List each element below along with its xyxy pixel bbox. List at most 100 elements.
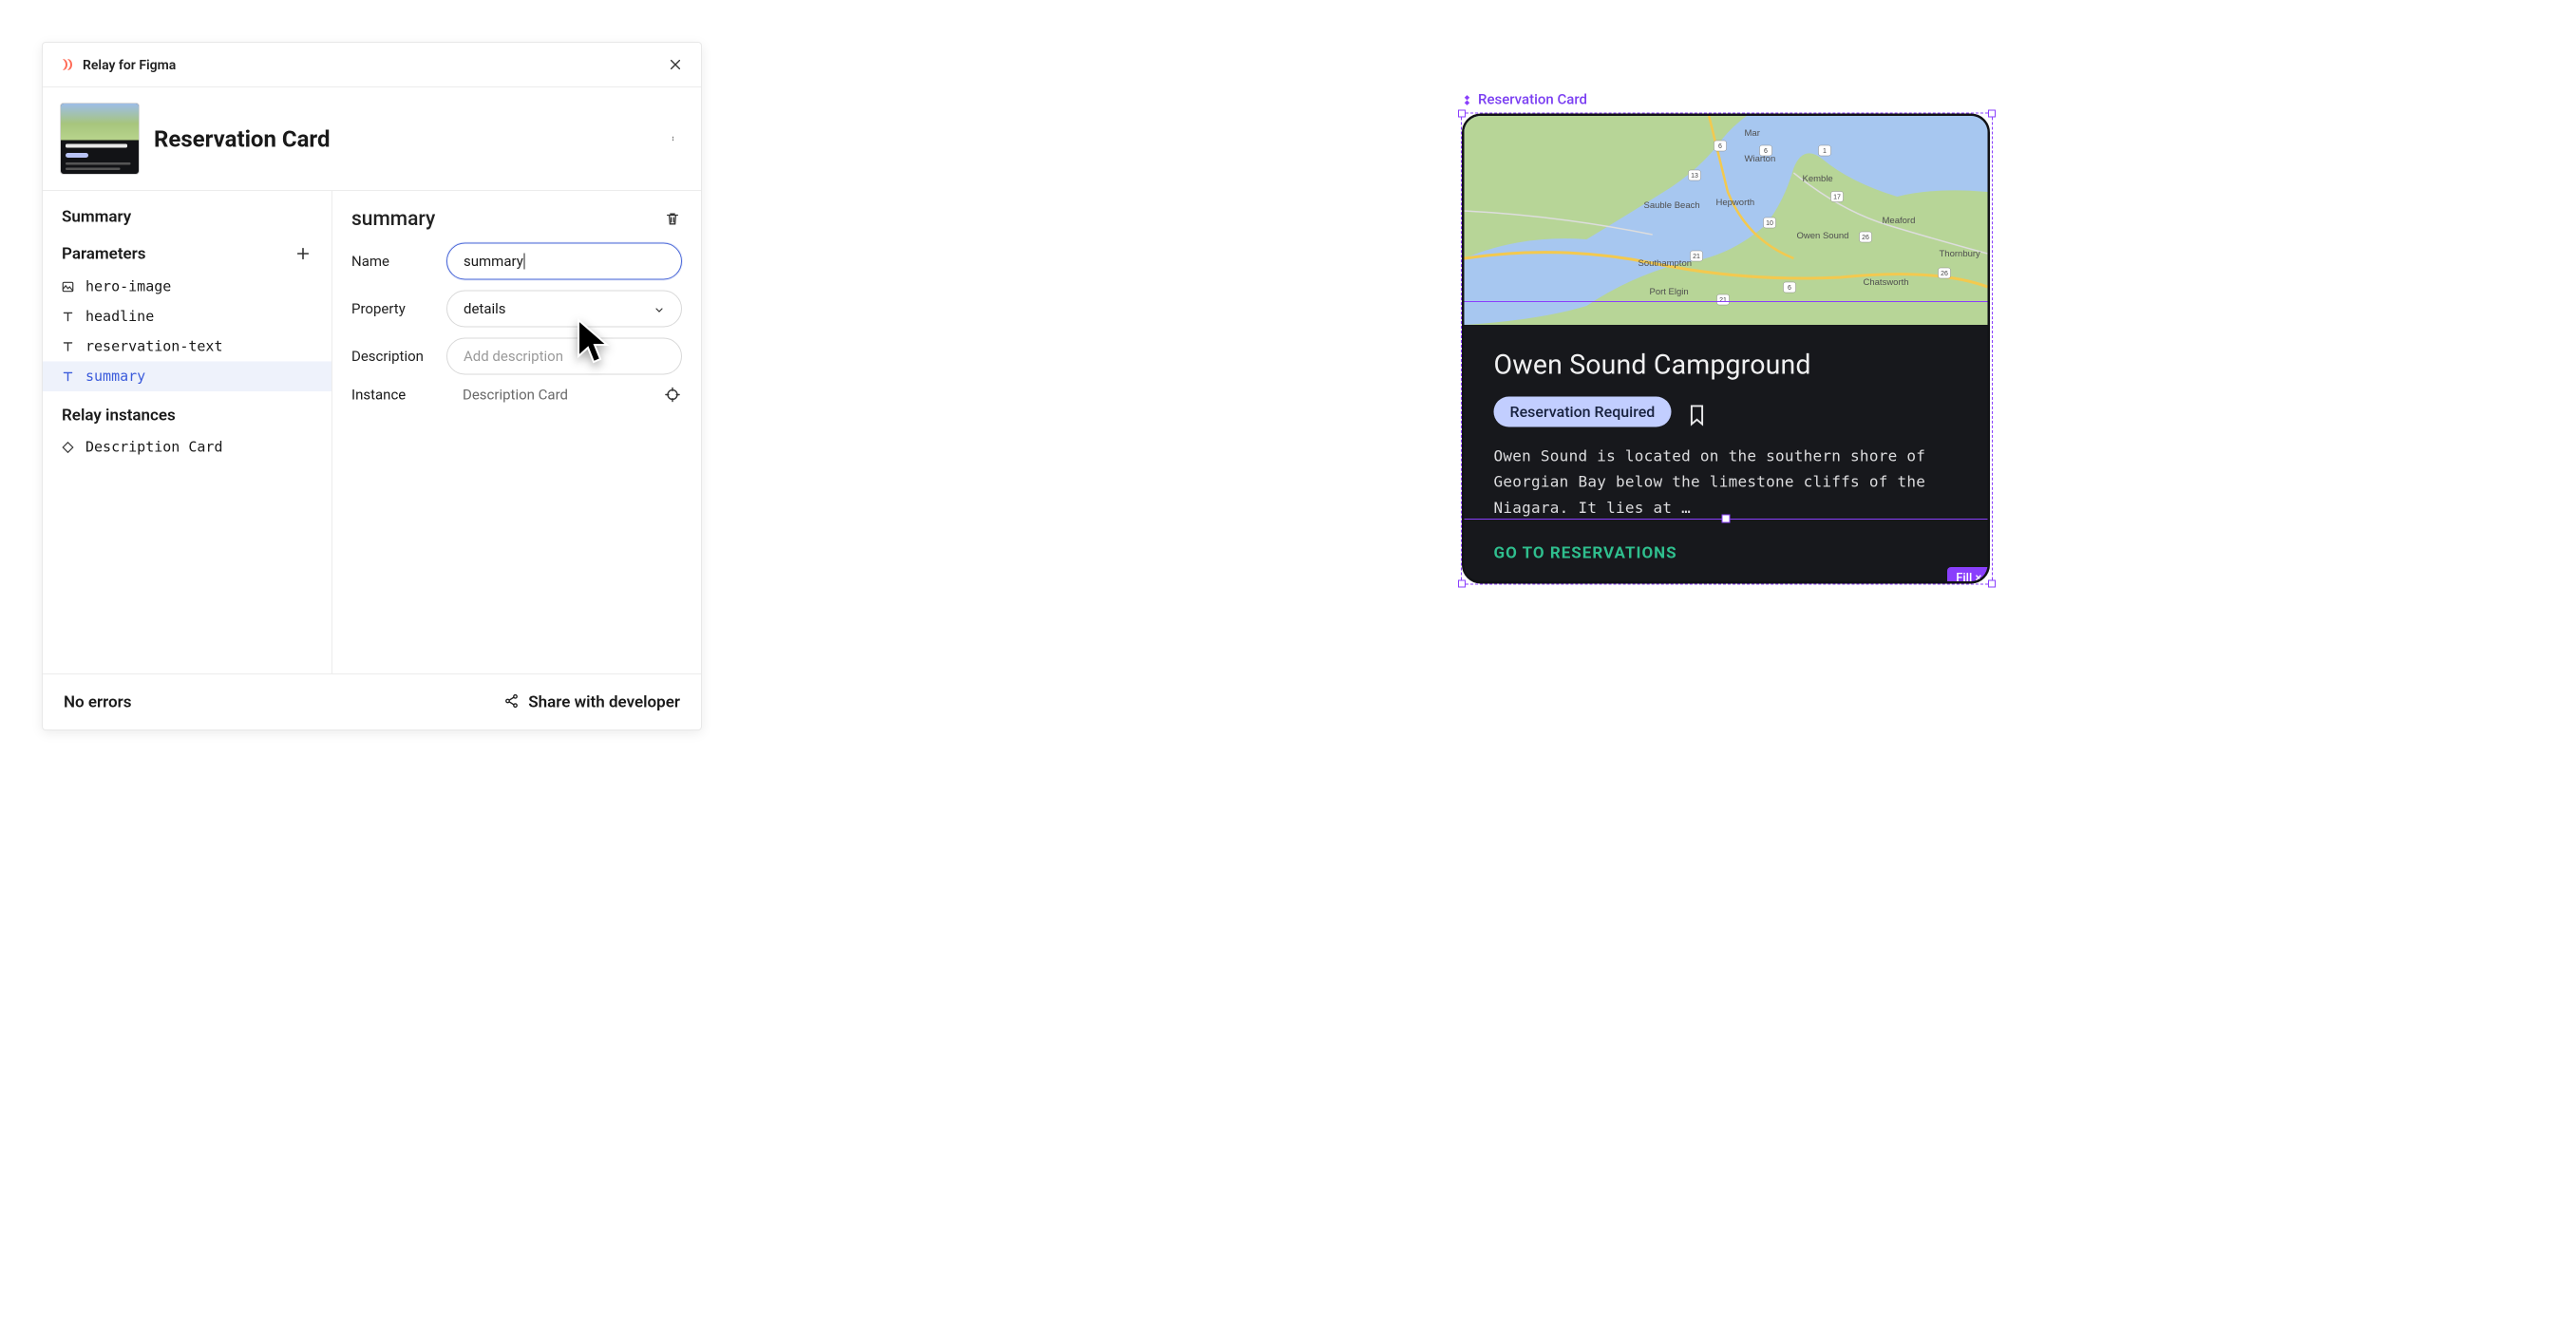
map-label: Meaford: [1883, 216, 1916, 226]
component-thumbnail: [60, 103, 140, 175]
component-diamond-icon: [1461, 93, 1473, 105]
panel-footer: No errors Share with developer: [43, 673, 701, 729]
card-body: Owen Sound Campground Reservation Requir…: [1465, 325, 1988, 581]
parameter-name: headline: [85, 309, 154, 326]
map-label: Mar: [1745, 128, 1760, 139]
svg-text:26: 26: [1941, 271, 1948, 277]
reservation-card: MarWiartonKembleSauble BeachHepworthOwen…: [1462, 114, 1990, 584]
property-field-label: Property: [351, 300, 446, 317]
name-input-value: summary: [464, 253, 523, 270]
map-label: Port Elgin: [1650, 287, 1689, 297]
route-shield-icon: 6: [1759, 143, 1773, 158]
route-shield-icon: 13: [1688, 168, 1702, 182]
right-column: summary Name summary Property details: [332, 191, 701, 673]
text-caret: [523, 254, 524, 270]
relay-instances-list: Description Card: [43, 432, 331, 463]
component-header: Reservation Card: [43, 87, 701, 191]
chevron-down-icon: [653, 303, 665, 314]
route-shield-icon: 26: [1859, 230, 1873, 244]
locate-instance-button[interactable]: [663, 386, 682, 405]
share-icon: [503, 693, 519, 710]
instance-name: Description Card: [85, 439, 222, 456]
relay-logo-icon: [59, 57, 74, 72]
route-shield-icon: 10: [1763, 216, 1777, 230]
detail-heading: summary: [351, 207, 435, 231]
reservation-chip: Reservation Required: [1494, 397, 1672, 427]
parameter-item-reservation-text[interactable]: reservation-text: [43, 332, 331, 362]
image-icon: [61, 279, 75, 294]
map-label: Thornbury: [1940, 249, 1980, 259]
instance-value: Description Card: [446, 387, 663, 404]
selection-handle[interactable]: [1458, 580, 1466, 588]
map-label: Hepworth: [1716, 198, 1755, 208]
map-label: Kemble: [1803, 174, 1833, 184]
map-label: Sauble Beach: [1644, 200, 1700, 211]
route-shield-icon: 21: [1716, 293, 1731, 307]
description-placeholder: Add description: [464, 348, 563, 365]
bookmark-icon[interactable]: [1687, 404, 1706, 426]
selection-handle[interactable]: [1458, 110, 1466, 118]
cta-link[interactable]: GO TO RESERVATIONS: [1494, 543, 1677, 562]
name-input[interactable]: summary: [446, 243, 682, 280]
parameters-heading-row: Parameters: [43, 237, 331, 272]
parameter-item-headline[interactable]: headline: [43, 302, 331, 332]
instance-field-label: Instance: [351, 387, 446, 404]
headline: Owen Sound Campground: [1494, 349, 1959, 381]
diamond-icon: [61, 440, 75, 454]
text-icon: [61, 339, 75, 353]
svg-text:21: 21: [1719, 297, 1727, 304]
selection-outline: MarWiartonKembleSauble BeachHepworthOwen…: [1461, 113, 1993, 585]
hero-image: MarWiartonKembleSauble BeachHepworthOwen…: [1465, 116, 1988, 325]
panel-header: Relay for Figma: [43, 43, 701, 87]
more-menu-button[interactable]: [665, 129, 684, 148]
panel-body: Summary Parameters hero-image headline res…: [43, 191, 701, 673]
map-label: Southampton: [1638, 258, 1693, 269]
svg-text:6: 6: [1764, 148, 1768, 155]
svg-text:6: 6: [1718, 143, 1722, 150]
map-label: Owen Sound: [1797, 231, 1849, 241]
figma-canvas: Reservation Card MarWiartonKembleSauble …: [1461, 91, 1993, 604]
route-shield-icon: 6: [1783, 280, 1797, 294]
route-shield-icon: 21: [1690, 249, 1704, 263]
relay-plugin-panel: Relay for Figma Reservation Card Summary: [42, 42, 702, 730]
name-field-label: Name: [351, 253, 446, 270]
svg-text:6: 6: [1788, 285, 1791, 292]
component-label[interactable]: Reservation Card: [1461, 91, 1993, 108]
share-button[interactable]: Share with developer: [503, 692, 680, 711]
parameters-label: Parameters: [62, 244, 146, 263]
cta-row: GO TO RESERVATIONS: [1494, 543, 1959, 562]
size-badge: Fill × Hug: [1947, 567, 1990, 584]
parameter-name: reservation-text: [85, 338, 222, 355]
instance-item[interactable]: Description Card: [43, 432, 331, 463]
relay-instances-label: Relay instances: [43, 391, 331, 432]
selection-handle[interactable]: [1988, 110, 1996, 118]
delete-button[interactable]: [663, 209, 682, 228]
parameter-list: hero-image headline reservation-text summar…: [43, 272, 331, 391]
plugin-title: Relay for Figma: [83, 57, 176, 73]
svg-text:13: 13: [1691, 173, 1698, 180]
parameter-item-summary[interactable]: summary: [43, 362, 331, 392]
description-input[interactable]: Add description: [446, 338, 682, 375]
route-shield-icon: 1: [1818, 143, 1832, 158]
component-label-text: Reservation Card: [1478, 91, 1587, 108]
property-select[interactable]: details: [446, 291, 682, 328]
parameter-item-hero-image[interactable]: hero-image: [43, 272, 331, 302]
text-icon: [61, 310, 75, 324]
summary-text: Owen Sound is located on the southern sh…: [1494, 444, 1959, 521]
route-shield-icon: 26: [1938, 266, 1952, 280]
route-shield-icon: 17: [1830, 190, 1845, 204]
parameter-name: hero-image: [85, 278, 171, 295]
section-summary-heading: Summary: [43, 207, 331, 237]
add-parameter-button[interactable]: [294, 244, 313, 263]
property-select-value: details: [464, 300, 506, 317]
share-label: Share with developer: [528, 692, 680, 711]
close-button[interactable]: [666, 55, 685, 74]
route-shield-icon: 6: [1714, 139, 1728, 153]
selection-handle[interactable]: [1988, 580, 1996, 588]
svg-text:21: 21: [1693, 254, 1700, 260]
svg-text:10: 10: [1766, 220, 1773, 227]
svg-text:1: 1: [1823, 148, 1827, 155]
text-icon: [61, 369, 75, 384]
left-column: Summary Parameters hero-image headline res…: [43, 191, 332, 673]
error-status: No errors: [64, 692, 132, 711]
